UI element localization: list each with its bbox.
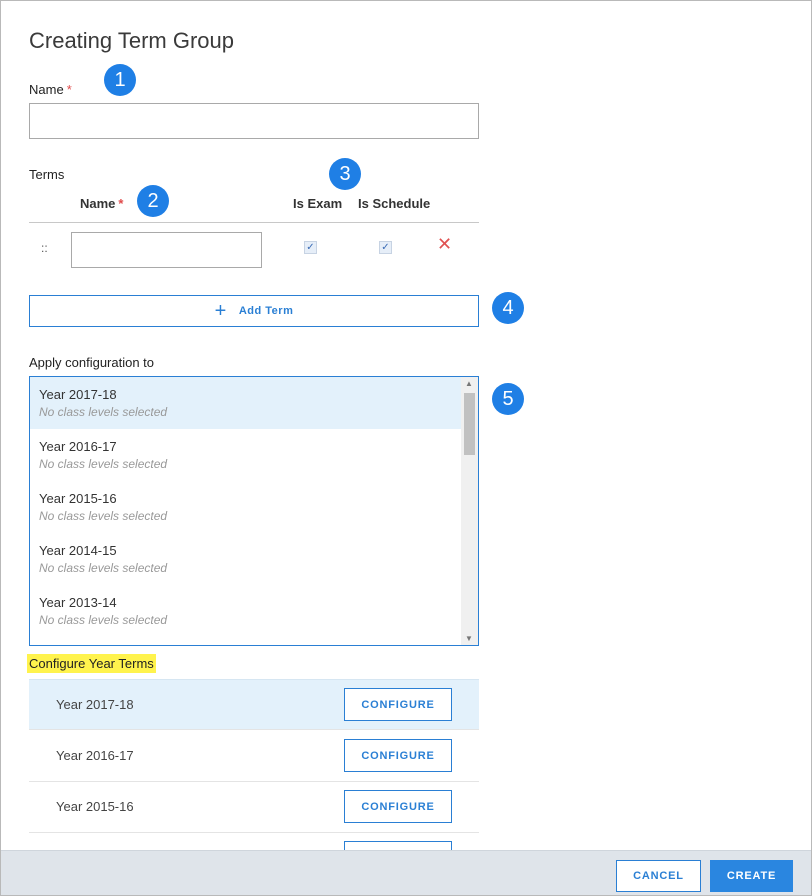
year-title: Year 2014-15	[39, 543, 117, 558]
cancel-button[interactable]: CANCEL	[616, 860, 701, 892]
academic-year-listbox[interactable]: Year 2017-18 No class levels selected Ye…	[29, 376, 479, 646]
table-row: Year 2015-16 CONFIGURE	[29, 782, 479, 833]
name-label-text: Name	[29, 82, 64, 97]
table-row: Year 2016-17 CONFIGURE	[29, 731, 479, 782]
term-row: :: ✓ ✓ ✕	[29, 223, 479, 273]
create-button[interactable]: CREATE	[710, 860, 793, 892]
step-marker-4: 4	[492, 292, 524, 324]
required-asterisk: *	[66, 82, 72, 97]
step-marker-3: 3	[329, 158, 361, 190]
year-title: Year 2013-14	[39, 595, 117, 610]
delete-term-icon[interactable]: ✕	[437, 234, 452, 255]
terms-label: Terms	[29, 167, 65, 182]
term-group-name-input[interactable]	[29, 103, 479, 139]
configure-button[interactable]: CONFIGURE	[344, 739, 452, 772]
class-levels-status: No class levels selected	[39, 457, 168, 471]
configure-year-terms-heading: Configure Year Terms	[27, 654, 156, 673]
year-title: Year 2015-16	[39, 491, 117, 506]
term-group-dialog: Creating Term Group Name * 1 Terms 3 Name…	[0, 0, 812, 896]
list-item[interactable]: Year 2016-17 No class levels selected	[30, 429, 462, 481]
terms-table-header: Name * Is Exam Is Schedule	[29, 189, 479, 223]
class-levels-status: No class levels selected	[39, 561, 168, 575]
year-title: Year 2016-17	[39, 439, 117, 454]
list-item[interactable]: Year 2017-18 No class levels selected	[30, 377, 462, 429]
configure-button[interactable]: CONFIGURE	[344, 688, 452, 721]
year-name: Year 2015-16	[56, 799, 134, 814]
year-name: Year 2017-18	[56, 697, 134, 712]
class-levels-status: No class levels selected	[39, 509, 168, 523]
listbox-scrollbar[interactable]: ▲ ▼	[461, 377, 478, 645]
class-levels-status: No class levels selected	[39, 613, 168, 627]
step-marker-1: 1	[104, 64, 136, 96]
column-name-label: Name	[80, 196, 116, 211]
dialog-title: Creating Term Group	[29, 28, 235, 53]
drag-handle-icon[interactable]: ::	[41, 241, 48, 255]
apply-configuration-label: Apply configuration to	[29, 355, 155, 370]
is-schedule-checkbox[interactable]: ✓	[379, 241, 392, 254]
step-marker-2: 2	[137, 185, 169, 217]
column-name-header: Name *	[80, 196, 123, 211]
scroll-up-arrow-icon[interactable]: ▲	[465, 379, 473, 388]
scroll-down-arrow-icon[interactable]: ▼	[465, 634, 473, 643]
term-name-input[interactable]	[71, 232, 262, 268]
list-item[interactable]: Year 2013-14 No class levels selected	[30, 585, 462, 637]
step-marker-5: 5	[492, 383, 524, 415]
year-title: Year 2017-18	[39, 387, 117, 402]
configure-button[interactable]: CONFIGURE	[344, 790, 452, 823]
column-is-schedule-header: Is Schedule	[358, 196, 431, 211]
table-row: Year 2017-18 CONFIGURE	[29, 679, 479, 730]
list-item[interactable]: Year 2014-15 No class levels selected	[30, 533, 462, 585]
is-exam-checkbox[interactable]: ✓	[304, 241, 317, 254]
name-label: Name *	[29, 82, 72, 97]
plus-icon: +	[214, 300, 227, 322]
column-is-exam-header: Is Exam	[293, 196, 343, 211]
scrollbar-thumb[interactable]	[464, 393, 475, 455]
add-term-label: Add Term	[238, 305, 294, 317]
required-asterisk: *	[118, 196, 124, 211]
class-levels-status: No class levels selected	[39, 405, 168, 419]
year-name: Year 2016-17	[56, 748, 134, 763]
add-term-button[interactable]: + Add Term	[29, 295, 479, 327]
dialog-footer: CANCEL CREATE	[1, 850, 811, 895]
list-item[interactable]: Year 2015-16 No class levels selected	[30, 481, 462, 533]
